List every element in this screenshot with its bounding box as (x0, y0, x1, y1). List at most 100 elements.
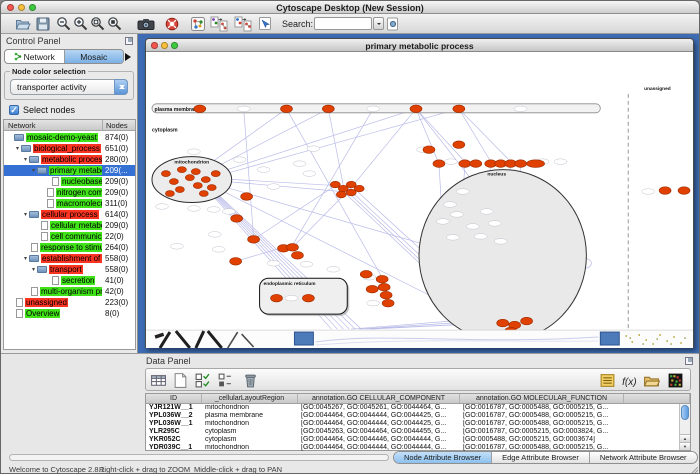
float-panel-icon[interactable] (125, 37, 133, 45)
import-list-icon[interactable] (599, 372, 616, 389)
help-icon[interactable] (164, 16, 180, 32)
tree-row[interactable]: ▾transport558(0) (4, 264, 135, 275)
table-cell: [GO:0044464, GO:0044446, GO:0044444, G..… (298, 436, 460, 444)
attribute-matrix-icon[interactable] (216, 372, 233, 389)
table-cell: [GO:0045263, GO:0044464, GO:0044455, G..… (298, 428, 460, 436)
node-count: 209(0) (102, 188, 135, 197)
table-scrollbar[interactable]: ▲ ▼ (679, 404, 690, 450)
select-attributes-icon[interactable] (194, 372, 211, 389)
node-count: 42(0) (102, 287, 135, 296)
tab-node-attribute-browser[interactable]: Node Attribute Browser (394, 452, 491, 463)
tree-row[interactable]: ▾establishment of lo558(0) (4, 253, 135, 264)
scroll-down-icon[interactable]: ▼ (680, 442, 690, 450)
snapshot-icon[interactable] (136, 16, 156, 32)
file-icon (47, 188, 54, 197)
nucleus-label: nucleus (487, 172, 506, 178)
zoom-selected-icon[interactable] (107, 16, 123, 32)
tab-mosaic[interactable]: Mosaic (64, 50, 124, 63)
select-nodes-label: Select nodes (23, 105, 75, 115)
folder-icon (21, 145, 31, 152)
copy-network-style-icon[interactable] (234, 16, 252, 32)
network-label: unassigned (25, 298, 68, 307)
node-color-select[interactable]: transporter activity (10, 79, 128, 95)
table-cell: cytoplasm (202, 428, 298, 436)
network-tree-header: Network Nodes (4, 120, 135, 131)
scroll-up-icon[interactable]: ▲ (680, 434, 690, 442)
table-row[interactable]: YPL036W__1mitochondrion[GO:0044464, GO:0… (146, 420, 690, 428)
zoom-hint-text: Right-click + drag to ZOOM (99, 465, 190, 474)
tab-network[interactable]: Network (5, 50, 64, 63)
network-label: multi-organism pro (40, 287, 102, 296)
resize-grip-icon[interactable] (688, 465, 698, 474)
tree-row[interactable]: cell communicat22(0) (4, 231, 135, 242)
float-panel-icon[interactable] (685, 357, 693, 365)
vizmapper-icon[interactable] (190, 16, 206, 32)
select-nodes-checkbox[interactable]: ✓ (9, 105, 19, 115)
matrix-view-icon[interactable] (667, 372, 684, 389)
tree-row[interactable]: nucleobase-209(0) (4, 176, 135, 187)
open-session-icon[interactable] (15, 16, 31, 32)
table-row[interactable]: YLR295Ccytoplasm[GO:0045263, GO:0044464,… (146, 428, 690, 436)
tab-network-attribute-browser[interactable]: Network Attribute Browser (589, 452, 697, 463)
tab-overflow-arrow-icon[interactable] (125, 53, 135, 61)
node-count: 651(0) (102, 144, 135, 153)
network-view-window[interactable]: primary metabolic process plasma membran… (145, 38, 694, 348)
tree-row[interactable]: macromolecule311(0) (4, 198, 135, 209)
tree-row[interactable]: ▾biological_process651(0) (4, 143, 135, 154)
tab-edge-attribute-browser[interactable]: Edge Attribute Browser (491, 452, 589, 463)
tree-row[interactable]: cellular metabo209(0) (4, 220, 135, 231)
nucleus-region[interactable] (419, 170, 586, 341)
table-row[interactable]: YKR052Ccytoplasm[GO:0044464, GO:0044446,… (146, 436, 690, 444)
col-go-cellular-component[interactable]: annotation.GO CELLULAR_COMPONENT (298, 394, 460, 403)
table-row[interactable]: YJR121W__1mitochondrion[GO:0045267, GO:0… (146, 404, 690, 412)
tree-row[interactable]: unassigned 223(0) (4, 297, 135, 308)
tree-row[interactable]: ▾metabolic process280(0) (4, 154, 135, 165)
table-cell: [GO:0016787, GO:0005488, GO:0005215, G..… (460, 412, 624, 420)
delete-attribute-icon[interactable] (242, 372, 259, 389)
table-row[interactable]: YPL036W__2plasma membrane[GO:0044464, GO… (146, 412, 690, 420)
col-cellular-layout-region[interactable]: _cellularLayoutRegion (202, 394, 298, 403)
tree-row[interactable]: ▾primary metabo209(... (4, 165, 135, 176)
network-window-titlebar[interactable]: primary metabolic process (146, 39, 693, 52)
select-stepper-icon[interactable] (114, 79, 128, 95)
expand-arrow-icon[interactable]: ▾ (22, 211, 29, 218)
tree-row[interactable]: ▾cellular process614(0) (4, 209, 135, 220)
tree-row[interactable]: Overview8(0) (4, 308, 135, 319)
copy-network-view-icon[interactable] (210, 16, 228, 32)
scrollbar-thumb[interactable] (681, 405, 689, 420)
open-attributes-icon[interactable] (643, 372, 660, 389)
expand-arrow-icon[interactable]: ▾ (22, 156, 29, 163)
node-count: 874(0) (102, 133, 135, 142)
annotation-tool-icon[interactable] (257, 16, 273, 32)
expand-arrow-icon[interactable]: ▾ (30, 266, 37, 273)
zoom-fit-icon[interactable] (90, 16, 106, 32)
network-label: macromolecule (56, 199, 102, 208)
folder-icon (37, 266, 47, 273)
search-dropdown-icon[interactable] (373, 17, 384, 30)
expand-arrow-icon[interactable]: ▾ (14, 145, 21, 152)
function-builder-icon[interactable]: f(x) (621, 372, 638, 389)
attribute-table-icon[interactable] (150, 372, 167, 389)
table-cell: [GO:0016787, GO:0005488, GO:0005215, G..… (460, 420, 624, 428)
gene-nodes[interactable] (161, 105, 690, 335)
data-panel-title: Data Panel (146, 356, 191, 366)
plugin-manager-icon[interactable] (385, 16, 401, 32)
expand-arrow-icon[interactable]: ▾ (30, 167, 37, 174)
file-icon (16, 298, 23, 307)
tree-row[interactable]: mosaic-demo-yeast874(0) (4, 132, 135, 143)
node-count: 223(0) (102, 298, 135, 307)
tree-row[interactable]: response to stimul264(0) (4, 242, 135, 253)
network-canvas[interactable]: plasma membrane cytoplasm mitochondrion … (146, 52, 693, 348)
save-session-icon[interactable] (35, 16, 51, 32)
expand-arrow-icon[interactable]: ▾ (22, 255, 29, 262)
tree-row[interactable]: secretion41(0) (4, 275, 135, 286)
new-attribute-icon[interactable] (172, 372, 189, 389)
col-id[interactable]: ID (146, 394, 202, 403)
zoom-out-icon[interactable] (56, 16, 72, 32)
tree-row[interactable]: nitrogen compo209(0) (4, 187, 135, 198)
zoom-in-icon[interactable] (73, 16, 89, 32)
col-go-molecular-function[interactable]: annotation.GO MOLECULAR_FUNCTION (460, 394, 624, 403)
welcome-text: Welcome to Cytoscape 2.8.1 (9, 465, 105, 474)
search-input[interactable] (314, 17, 372, 30)
tree-row[interactable]: multi-organism pro42(0) (4, 286, 135, 297)
